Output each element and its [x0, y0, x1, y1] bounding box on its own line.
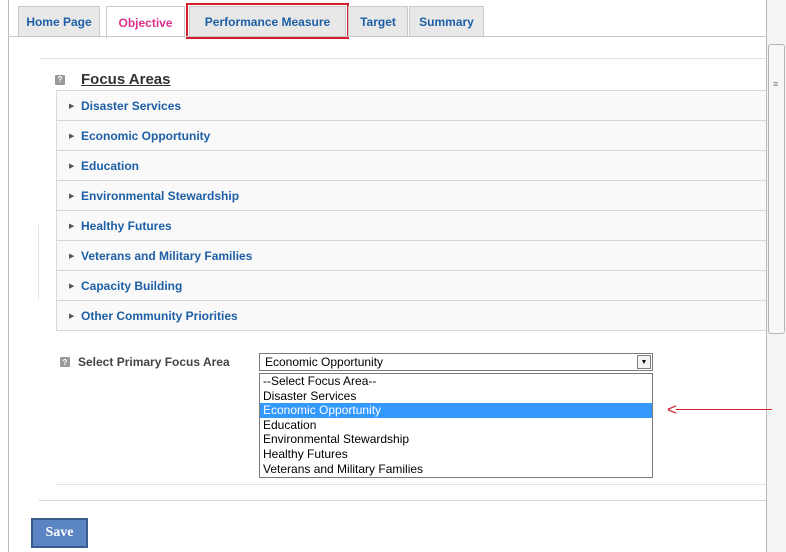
accordion-item-environmental-stewardship[interactable]: ▶ Environmental Stewardship [56, 180, 766, 210]
accordion-item-veterans-military-families[interactable]: ▶ Veterans and Military Families [56, 240, 766, 270]
accordion-label: Environmental Stewardship [81, 188, 240, 203]
option-healthy-futures[interactable]: Healthy Futures [260, 447, 652, 462]
scrollbar-thumb[interactable]: ≡ [768, 44, 785, 334]
accordion-item-capacity-building[interactable]: ▶ Capacity Building [56, 270, 766, 300]
annotation-arrow-line [676, 409, 772, 410]
primary-focus-row: ? Select Primary Focus Area [60, 355, 230, 369]
triangle-right-icon: ▶ [69, 282, 75, 290]
primary-focus-select[interactable]: Economic Opportunity ▼ [259, 353, 653, 371]
accordion-label: Education [81, 158, 140, 173]
tab-target[interactable]: Target [348, 6, 408, 36]
triangle-down-icon[interactable]: ▼ [637, 355, 651, 369]
tab-summary[interactable]: Summary [409, 6, 484, 36]
tab-objective[interactable]: Objective [106, 6, 185, 38]
form-footer-divider [39, 500, 766, 501]
primary-focus-options-list[interactable]: --Select Focus Area-- Disaster Services … [259, 373, 653, 478]
accordion-item-disaster-services[interactable]: ▶ Disaster Services [56, 90, 766, 120]
accordion-label: Disaster Services [81, 98, 182, 113]
triangle-right-icon: ▶ [69, 162, 75, 170]
triangle-right-icon: ▶ [69, 192, 75, 200]
accordion-label: Economic Opportunity [81, 128, 211, 143]
grip-icon: ≡ [773, 79, 779, 89]
option-disaster-services[interactable]: Disaster Services [260, 389, 652, 404]
panel-bottom-divider [56, 484, 766, 485]
primary-focus-selected-value: Economic Opportunity [265, 355, 384, 369]
accordion-item-healthy-futures[interactable]: ▶ Healthy Futures [56, 210, 766, 240]
primary-focus-label: Select Primary Focus Area [78, 355, 230, 369]
tab-home-page[interactable]: Home Page [18, 6, 100, 36]
left-arrow-icon: < [667, 400, 677, 419]
accordion-label: Other Community Priorities [81, 308, 238, 323]
help-icon[interactable]: ? [55, 74, 65, 85]
triangle-right-icon: ▶ [69, 132, 75, 140]
tab-performance-measure[interactable]: Performance Measure [186, 3, 349, 39]
accordion-label: Capacity Building [81, 278, 183, 293]
triangle-right-icon: ▶ [69, 222, 75, 230]
option-economic-opportunity[interactable]: Economic Opportunity [260, 403, 652, 418]
option-select-focus-area[interactable]: --Select Focus Area-- [260, 374, 652, 389]
option-education[interactable]: Education [260, 418, 652, 433]
accordion-label: Veterans and Military Families [81, 248, 253, 263]
focus-areas-header: ? Focus Areas [55, 71, 170, 88]
focus-areas-title: Focus Areas [81, 71, 171, 88]
accordion-item-other-community-priorities[interactable]: ▶ Other Community Priorities [56, 300, 766, 331]
vertical-scrollbar[interactable]: ≡ [767, 0, 786, 552]
accordion-item-education[interactable]: ▶ Education [56, 150, 766, 180]
option-veterans-military-families[interactable]: Veterans and Military Families [260, 462, 652, 477]
save-button[interactable]: Save [31, 518, 88, 548]
focus-areas-accordion: ▶ Disaster Services ▶ Economic Opportuni… [56, 90, 766, 331]
triangle-right-icon: ▶ [69, 252, 75, 260]
tabs-baseline [8, 36, 766, 37]
page-frame-left [8, 0, 9, 552]
option-environmental-stewardship[interactable]: Environmental Stewardship [260, 432, 652, 447]
triangle-right-icon: ▶ [69, 312, 75, 320]
accordion-item-economic-opportunity[interactable]: ▶ Economic Opportunity [56, 120, 766, 150]
help-icon[interactable]: ? [60, 357, 70, 367]
accordion-label: Healthy Futures [81, 218, 172, 233]
triangle-right-icon: ▶ [69, 102, 75, 110]
